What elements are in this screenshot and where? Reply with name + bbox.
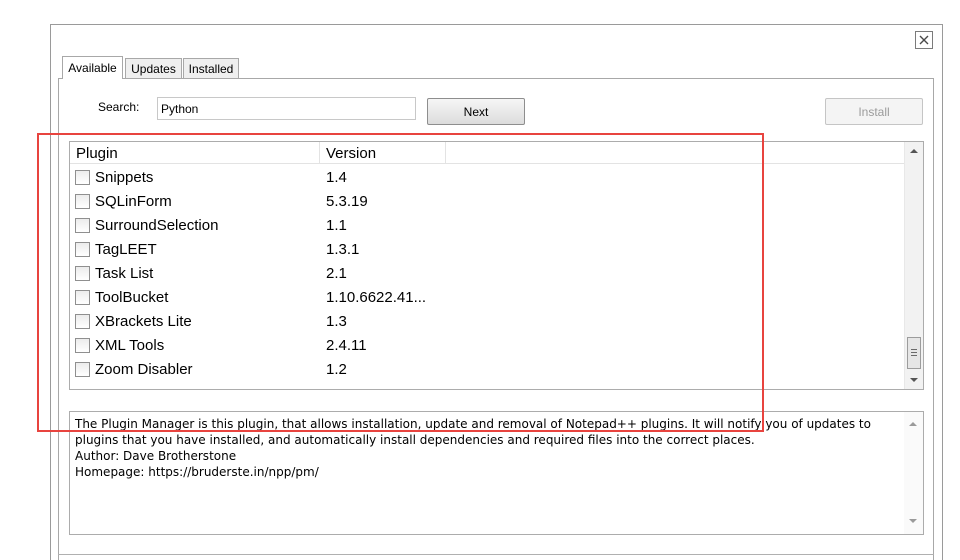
list-scrollbar[interactable] — [904, 142, 923, 389]
description-homepage: Homepage: https://bruderste.in/npp/pm/ — [75, 465, 319, 479]
list-item[interactable]: Task List 2.1 — [70, 262, 905, 286]
list-item[interactable]: ToolBucket 1.10.6622.41... — [70, 286, 905, 310]
list-header: Plugin Version — [70, 142, 905, 164]
chevron-up-icon[interactable] — [908, 420, 918, 428]
plugin-version: 1.3.1 — [326, 241, 360, 258]
list-item[interactable]: Snippets 1.4 — [70, 166, 905, 190]
list-item[interactable]: SQLinForm 5.3.19 — [70, 190, 905, 214]
chevron-up-icon[interactable] — [909, 147, 919, 155]
plugin-version: 2.1 — [326, 265, 347, 282]
column-header-version[interactable]: Version — [320, 142, 446, 164]
tab-available[interactable]: Available — [62, 56, 123, 79]
description-author: Author: Dave Brotherstone — [75, 449, 237, 463]
plugin-version: 1.1 — [326, 217, 347, 234]
plugin-checkbox[interactable] — [75, 338, 90, 353]
next-button[interactable]: Next — [427, 98, 525, 125]
tab-installed[interactable]: Installed — [183, 58, 239, 78]
close-button[interactable] — [915, 31, 933, 49]
plugin-name: XML Tools — [95, 337, 165, 354]
list-item[interactable]: SurroundSelection 1.1 — [70, 214, 905, 238]
plugin-description: The Plugin Manager is this plugin, that … — [69, 411, 924, 535]
plugin-version: 1.3 — [326, 313, 347, 330]
plugin-checkbox[interactable] — [75, 266, 90, 281]
plugin-version: 1.2 — [326, 361, 347, 378]
plugin-checkbox[interactable] — [75, 242, 90, 257]
plugin-version: 1.10.6622.41... — [326, 289, 427, 306]
scrollbar-thumb[interactable] — [907, 337, 921, 369]
description-text: The Plugin Manager is this plugin, that … — [75, 416, 901, 480]
column-header-plugin[interactable]: Plugin — [70, 142, 320, 164]
description-line: The Plugin Manager is this plugin, that … — [75, 417, 871, 447]
install-button[interactable]: Install — [825, 98, 923, 125]
close-icon — [919, 35, 929, 45]
divider — [58, 554, 934, 555]
plugin-checkbox[interactable] — [75, 170, 90, 185]
list-item[interactable]: XBrackets Lite 1.3 — [70, 310, 905, 334]
list-item[interactable]: XML Tools 2.4.11 — [70, 334, 905, 358]
plugin-name: TagLEET — [95, 241, 157, 258]
search-label: Search: — [98, 100, 140, 114]
plugin-name: SQLinForm — [95, 193, 172, 210]
plugin-checkbox[interactable] — [75, 290, 90, 305]
plugin-name: Task List — [95, 265, 154, 282]
plugin-checkbox[interactable] — [75, 218, 90, 233]
list-item[interactable]: Zoom Disabler 1.2 — [70, 358, 905, 382]
plugin-name: Zoom Disabler — [95, 361, 193, 378]
plugin-list[interactable]: Plugin Version Snippets 1.4 SQLinForm 5.… — [69, 141, 924, 390]
plugin-name: SurroundSelection — [95, 217, 219, 234]
search-input[interactable] — [157, 97, 416, 120]
plugin-version: 1.4 — [326, 169, 347, 186]
plugin-checkbox[interactable] — [75, 362, 90, 377]
plugin-version: 2.4.11 — [326, 337, 367, 354]
chevron-down-icon[interactable] — [908, 517, 918, 525]
description-scrollbar[interactable] — [904, 412, 923, 534]
plugin-checkbox[interactable] — [75, 314, 90, 329]
tab-updates[interactable]: Updates — [125, 58, 182, 78]
plugin-name: ToolBucket — [95, 289, 169, 306]
chevron-down-icon[interactable] — [909, 376, 919, 384]
list-item[interactable]: TagLEET 1.3.1 — [70, 238, 905, 262]
plugin-name: Snippets — [95, 169, 154, 186]
plugin-checkbox[interactable] — [75, 194, 90, 209]
plugin-name: XBrackets Lite — [95, 313, 192, 330]
plugin-version: 5.3.19 — [326, 193, 368, 210]
